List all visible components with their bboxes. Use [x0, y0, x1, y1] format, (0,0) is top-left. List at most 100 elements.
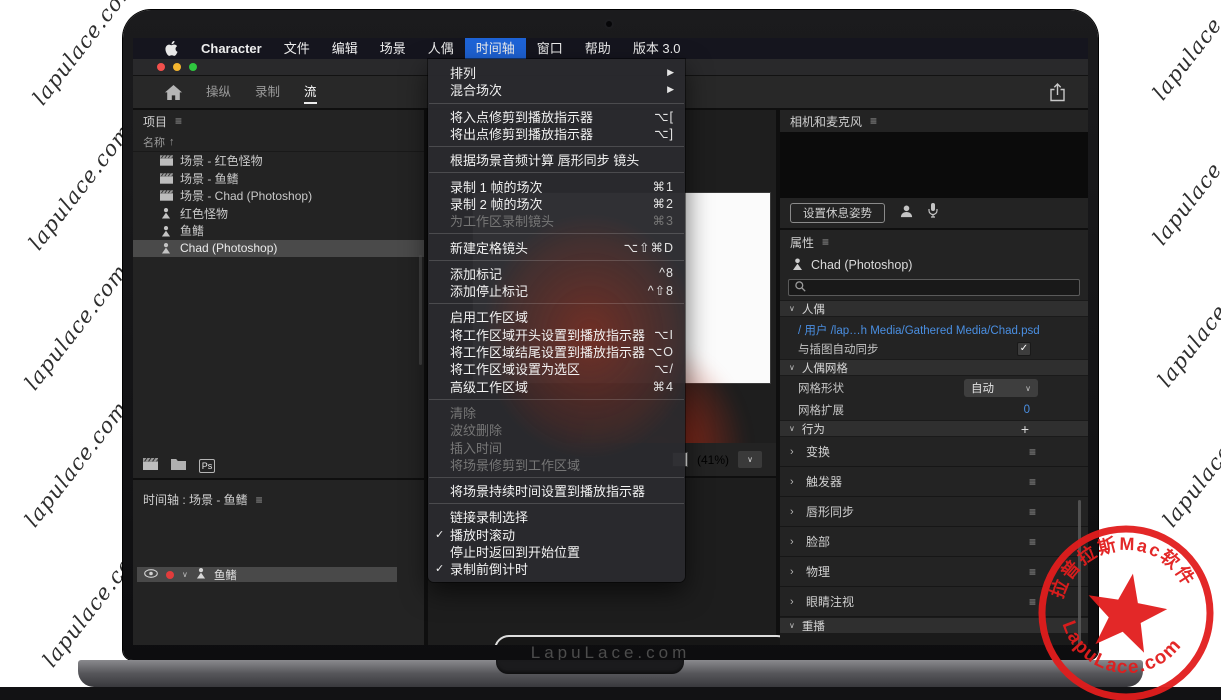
project-row[interactable]: 场景 - Chad (Photoshop): [133, 187, 424, 205]
close-window-button[interactable]: [157, 63, 165, 71]
workspace-tab[interactable]: 录制: [255, 81, 280, 104]
menu-item[interactable]: 添加停止标记^⇧8: [428, 282, 685, 299]
chevron-right-icon: ›: [790, 536, 806, 548]
menu-item[interactable]: 将工作区域设置为选区⌥/: [428, 360, 685, 377]
behavior-menu-icon[interactable]: ≡: [1029, 535, 1036, 549]
share-icon[interactable]: [1049, 83, 1066, 107]
mesh-shape-label: 网格形状: [798, 380, 844, 396]
menu-item[interactable]: 将工作区域结尾设置到播放指示器⌥O: [428, 343, 685, 360]
new-folder-icon[interactable]: [171, 457, 186, 475]
menu-item[interactable]: 为工作区录制镜头⌘3: [428, 212, 685, 229]
auto-sync-checkbox[interactable]: ✓: [1017, 342, 1031, 356]
chevron-right-icon: ›: [790, 476, 806, 488]
menu-item[interactable]: ✓播放时滚动: [428, 526, 685, 543]
behavior-row[interactable]: ›唇形同步≡: [780, 497, 1088, 527]
section-behaviors[interactable]: ∨ 行为 +: [780, 420, 1088, 437]
menu-item[interactable]: 波纹删除: [428, 421, 685, 438]
source-path-link[interactable]: / 用户 /lap…h Media/Gathered Media/Chad.ps…: [798, 322, 1040, 338]
menu-separator: [429, 477, 684, 478]
set-rest-pose-button[interactable]: 设置休息姿势: [790, 203, 885, 223]
menu-item[interactable]: 录制 2 帧的场次⌘2: [428, 195, 685, 212]
menu-item[interactable]: 混合场次▶: [428, 81, 685, 98]
menu-item[interactable]: 启用工作区域: [428, 308, 685, 325]
menu-item[interactable]: 将场景修剪到工作区域: [428, 456, 685, 473]
mesh-expand-value[interactable]: 0: [1024, 404, 1030, 416]
menubar-item[interactable]: 窗口: [526, 38, 574, 59]
behavior-row[interactable]: ›变换≡: [780, 437, 1088, 467]
menu-item-label: 将工作区域设置为选区: [450, 359, 654, 378]
project-footer: Ps: [133, 454, 424, 480]
menu-item[interactable]: 清除: [428, 404, 685, 421]
record-dot-icon[interactable]: [166, 571, 174, 579]
menubar-item[interactable]: 文件: [273, 38, 321, 59]
menubar-item[interactable]: 编辑: [321, 38, 369, 59]
menu-item[interactable]: 新建定格镜头⌥⇧⌘D: [428, 238, 685, 255]
project-row[interactable]: Chad (Photoshop): [133, 240, 424, 258]
behavior-menu-icon[interactable]: ≡: [1029, 475, 1036, 489]
timeline-track[interactable]: ∨ 鱼鳍: [137, 567, 397, 582]
menu-item-label: 录制前倒计时: [450, 559, 674, 578]
eye-icon[interactable]: [144, 569, 158, 581]
chevron-down-icon[interactable]: ∨: [182, 570, 188, 579]
project-panel-header: 项目 ≡: [133, 110, 424, 132]
photoshop-icon[interactable]: Ps: [199, 459, 215, 473]
add-behavior-button[interactable]: +: [1021, 421, 1029, 437]
minimize-window-button[interactable]: [173, 63, 181, 71]
menu-item[interactable]: 高级工作区域⌘4: [428, 377, 685, 394]
menu-item[interactable]: 将出点修剪到播放指示器⌥]: [428, 125, 685, 142]
property-search-input[interactable]: [788, 279, 1080, 296]
menu-item[interactable]: 将入点修剪到播放指示器⌥[: [428, 108, 685, 125]
home-icon[interactable]: [165, 85, 182, 100]
workspace-tab[interactable]: 流: [304, 81, 317, 104]
behavior-row[interactable]: ›触发器≡: [780, 467, 1088, 497]
menu-item[interactable]: ✓录制前倒计时: [428, 560, 685, 577]
project-panel-title: 项目: [143, 113, 167, 130]
project-scrollbar[interactable]: [419, 255, 422, 365]
project-row[interactable]: 场景 - 鱼鳍: [133, 170, 424, 188]
mesh-shape-select[interactable]: 自动 ∨: [964, 379, 1038, 397]
menu-item[interactable]: 停止时返回到开始位置: [428, 543, 685, 560]
section-puppet[interactable]: ∨ 人偶: [780, 300, 1088, 317]
project-row[interactable]: 鱼鳍: [133, 222, 424, 240]
camera-toggle-icon[interactable]: [899, 204, 914, 223]
menubar-item[interactable]: 人偶: [417, 38, 465, 59]
menu-item[interactable]: 将工作区域开头设置到播放指示器⌥I: [428, 326, 685, 343]
behavior-menu-icon[interactable]: ≡: [1029, 505, 1036, 519]
microphone-toggle-icon[interactable]: [928, 203, 938, 223]
zoom-window-button[interactable]: [189, 63, 197, 71]
menu-item[interactable]: 根据场景音频计算 唇形同步 镜头: [428, 151, 685, 168]
scene-icon: [159, 173, 173, 184]
menubar-item[interactable]: 时间轴: [465, 38, 526, 59]
puppet-icon: [792, 258, 803, 273]
menubar-app-name[interactable]: Character: [190, 41, 273, 56]
menubar-item[interactable]: 帮助: [574, 38, 622, 59]
chevron-down-icon: ∨: [789, 621, 795, 630]
menubar-item[interactable]: 场景: [369, 38, 417, 59]
project-row[interactable]: 场景 - 红色怪物: [133, 152, 424, 170]
menu-item[interactable]: 添加标记^8: [428, 265, 685, 282]
panel-menu-icon[interactable]: ≡: [870, 114, 877, 128]
menu-item[interactable]: 录制 1 帧的场次⌘1: [428, 177, 685, 194]
zoom-dropdown[interactable]: ∨: [738, 451, 762, 468]
menubar-item[interactable]: 版本 3.0: [622, 38, 692, 59]
menu-item[interactable]: 排列▶: [428, 64, 685, 81]
menu-item[interactable]: 将场景持续时间设置到播放指示器: [428, 482, 685, 499]
section-puppet-mesh[interactable]: ∨ 人偶网格: [780, 359, 1088, 376]
name-column-header[interactable]: 名称 ↑: [133, 132, 424, 152]
project-row[interactable]: 红色怪物: [133, 205, 424, 223]
workspace-tab[interactable]: 操纵: [206, 81, 231, 104]
panel-menu-icon[interactable]: ≡: [256, 493, 263, 507]
menu-separator: [429, 260, 684, 261]
panel-menu-icon[interactable]: ≡: [822, 235, 829, 249]
zoom-level-value[interactable]: (41%): [697, 453, 729, 467]
puppet-name: Chad (Photoshop): [811, 258, 912, 272]
apple-icon[interactable]: [153, 41, 190, 56]
menu-item-label: 波纹删除: [450, 420, 674, 439]
menu-item[interactable]: 插入时间: [428, 438, 685, 455]
chevron-right-icon: ›: [790, 566, 806, 578]
menu-shortcut: ⌥[: [654, 109, 674, 124]
panel-menu-icon[interactable]: ≡: [175, 114, 182, 128]
behavior-menu-icon[interactable]: ≡: [1029, 445, 1036, 459]
new-scene-icon[interactable]: [143, 457, 158, 475]
menu-item[interactable]: 链接录制选择: [428, 508, 685, 525]
